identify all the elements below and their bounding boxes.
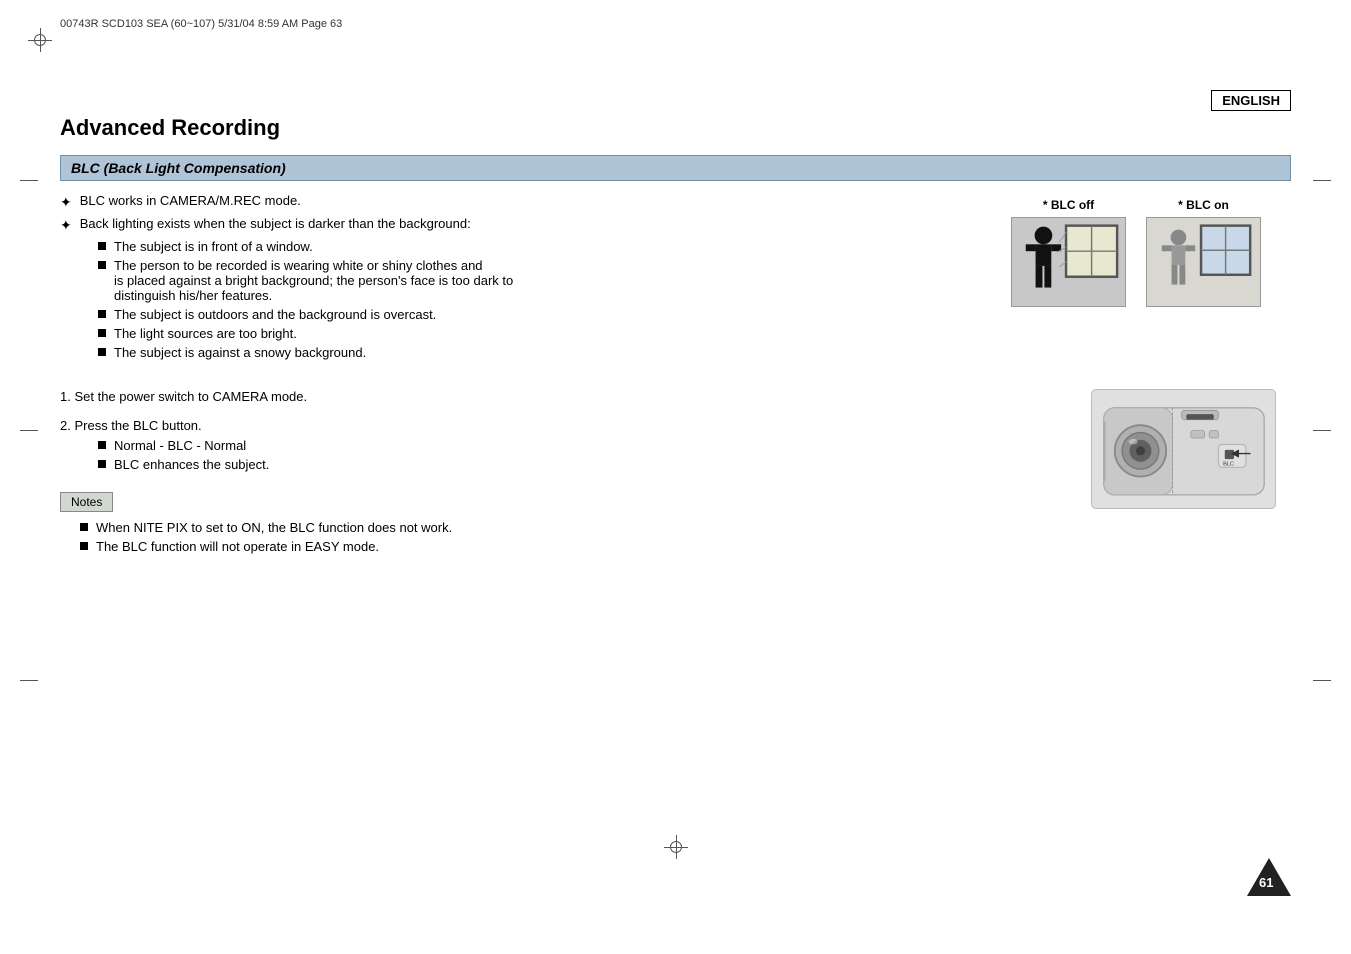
main-content: Advanced Recording BLC (Back Light Compe… [60, 115, 1291, 558]
sub-bullet-2: The person to be recorded is wearing whi… [98, 258, 981, 303]
note-2-text: The BLC function will not operate in EAS… [96, 539, 379, 554]
sub-bullet-5: The subject is against a snowy backgroun… [98, 345, 981, 360]
blc-on-image [1146, 217, 1261, 307]
side-mark-left-mid [20, 430, 38, 431]
sub-bullet-2-text: The person to be recorded is wearing whi… [114, 258, 513, 303]
note-2: The BLC function will not operate in EAS… [80, 539, 1061, 554]
sub-bullet-4-text: The light sources are too bright. [114, 326, 297, 341]
blc-off-label: * BLC off [1043, 198, 1094, 212]
step-2-sub-2: BLC enhances the subject. [98, 457, 1061, 472]
blc-on-svg [1147, 217, 1260, 307]
camera-svg: BLC [1099, 394, 1269, 504]
step-2-sub-1-text: Normal - BLC - Normal [114, 438, 246, 453]
sub-bullet-3-text: The subject is outdoors and the backgrou… [114, 307, 436, 322]
square-icon-n2 [80, 542, 88, 550]
sub-bullet-1: The subject is in front of a window. [98, 239, 981, 254]
side-mark-right-top [1313, 180, 1331, 181]
page-number-text: 61 [1259, 875, 1273, 890]
steps-left: 1. Set the power switch to CAMERA mode. … [60, 389, 1061, 558]
square-icon-2 [98, 261, 106, 269]
intro-bullet-2-text: Back lighting exists when the subject is… [80, 216, 471, 231]
club-icon-1: ✦ [60, 194, 72, 211]
header-meta: 00743R SCD103 SEA (60~107) 5/31/04 8:59 … [60, 18, 342, 30]
sub-bullet-4: The light sources are too bright. [98, 326, 981, 341]
blc-on-box: * BLC on [1146, 198, 1261, 307]
blc-off-svg [1012, 217, 1125, 307]
step-2: 2. Press the BLC button. Normal - BLC - … [60, 418, 1061, 472]
club-icon-2: ✦ [60, 217, 72, 234]
intro-section: ✦ BLC works in CAMERA/M.REC mode. ✦ Back… [60, 193, 1291, 364]
subsection-heading: BLC (Back Light Compensation) [60, 155, 1291, 181]
side-mark-right-bot [1313, 680, 1331, 681]
square-icon-5 [98, 348, 106, 356]
page-number-container: 61 [1247, 858, 1291, 899]
page-number-triangle: 61 [1247, 858, 1291, 896]
notes-badge: Notes [60, 492, 113, 512]
blc-images-col: * BLC off [1011, 193, 1291, 364]
step-2-text: 2. Press the BLC button. [60, 418, 1061, 433]
blc-on-label: * BLC on [1178, 198, 1229, 212]
intro-bullet-1-text: BLC works in CAMERA/M.REC mode. [80, 193, 301, 208]
side-mark-right-mid [1313, 430, 1331, 431]
sub-bullet-5-text: The subject is against a snowy backgroun… [114, 345, 366, 360]
sub-bullet-list: The subject is in front of a window. The… [78, 239, 981, 360]
section-title: Advanced Recording [60, 115, 1291, 141]
blc-images: * BLC off [1011, 198, 1261, 307]
square-icon-4 [98, 329, 106, 337]
intro-left: ✦ BLC works in CAMERA/M.REC mode. ✦ Back… [60, 193, 981, 364]
note-1: When NITE PIX to set to ON, the BLC func… [80, 520, 1061, 535]
square-icon-1 [98, 242, 106, 250]
step-2-sub-2-text: BLC enhances the subject. [114, 457, 269, 472]
registration-mark-bc [664, 835, 688, 859]
language-label: ENGLISH [1211, 90, 1291, 111]
steps-section: 1. Set the power switch to CAMERA mode. … [60, 389, 1291, 558]
registration-mark-tl [28, 28, 52, 52]
square-icon-s2 [98, 460, 106, 468]
steps-right: BLC [1091, 389, 1291, 558]
side-mark-left-top [20, 180, 38, 181]
notes-section: Notes When NITE PIX to set to ON, the BL… [60, 492, 1061, 554]
sub-bullet-3: The subject is outdoors and the backgrou… [98, 307, 981, 322]
side-mark-left-bot [20, 680, 38, 681]
blc-off-box: * BLC off [1011, 198, 1126, 307]
step-1: 1. Set the power switch to CAMERA mode. [60, 389, 1061, 404]
note-1-text: When NITE PIX to set to ON, the BLC func… [96, 520, 452, 535]
blc-off-image [1011, 217, 1126, 307]
square-icon-s1 [98, 441, 106, 449]
square-icon-3 [98, 310, 106, 318]
intro-bullet-1: ✦ BLC works in CAMERA/M.REC mode. [60, 193, 981, 211]
camera-image: BLC [1091, 389, 1276, 509]
step-2-subbullets: Normal - BLC - Normal BLC enhances the s… [78, 438, 1061, 472]
step-1-text: 1. Set the power switch to CAMERA mode. [60, 389, 1061, 404]
intro-bullet-2: ✦ Back lighting exists when the subject … [60, 216, 981, 234]
square-icon-n1 [80, 523, 88, 531]
sub-bullet-1-text: The subject is in front of a window. [114, 239, 313, 254]
step-2-sub-1: Normal - BLC - Normal [98, 438, 1061, 453]
svg-text:BLC: BLC [1223, 462, 1234, 468]
